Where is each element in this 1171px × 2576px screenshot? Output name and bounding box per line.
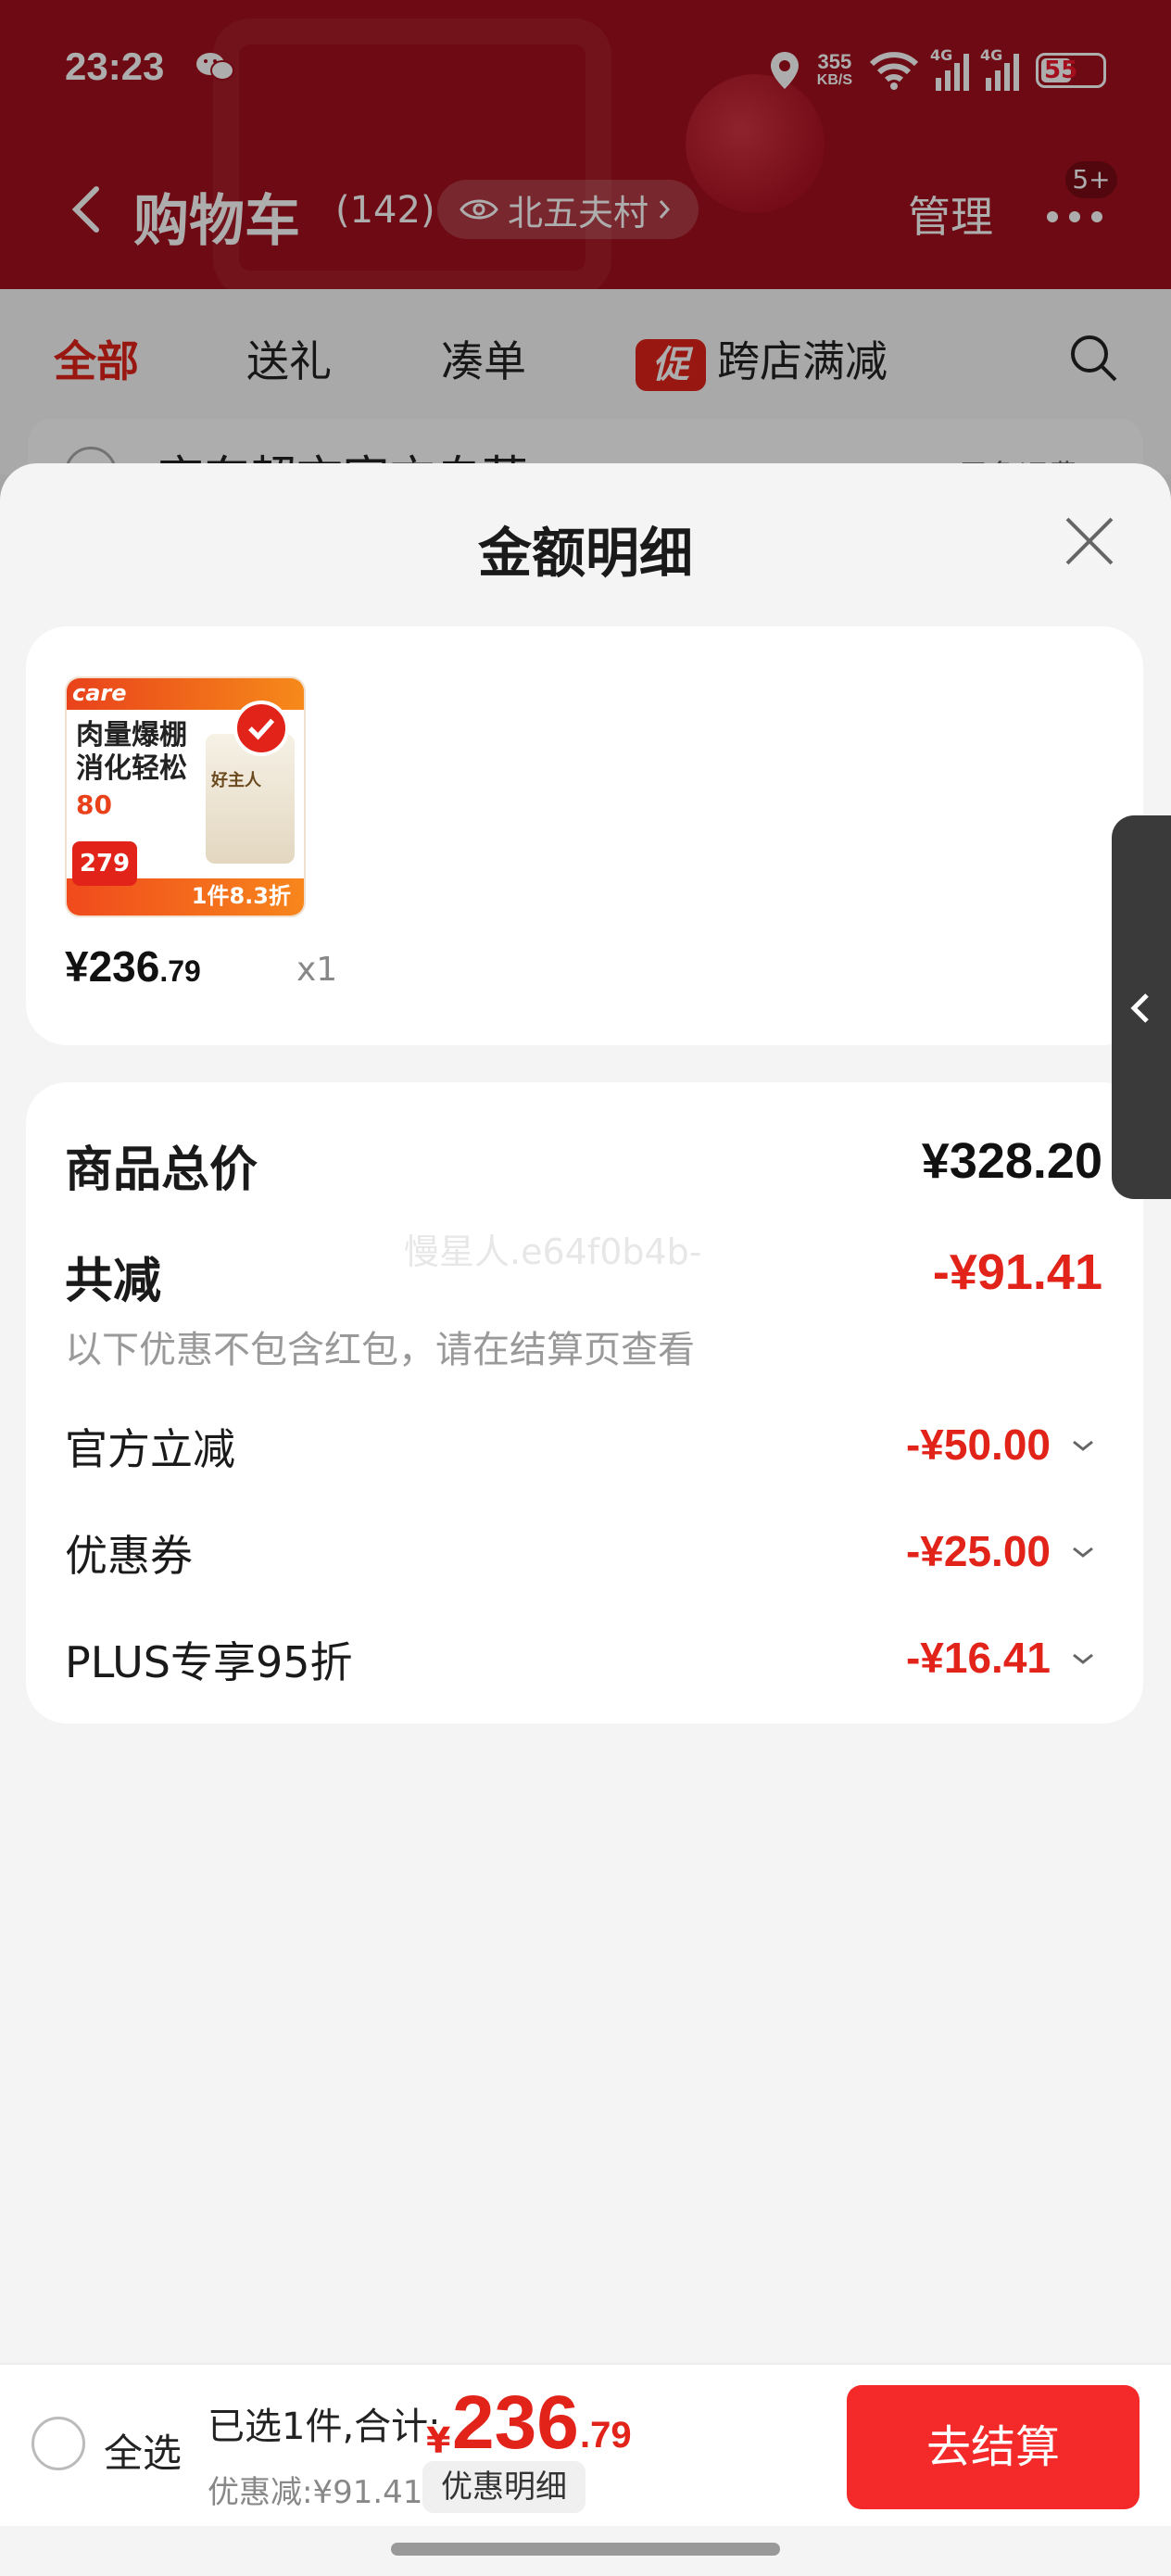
total-reduce-label: 共减	[65, 1254, 162, 1309]
chevron-down-icon[interactable]	[1071, 1438, 1095, 1453]
amount-detail-card: 商品总价 ¥328.20 共减 -¥91.41 以下优惠不包含红包，请在结算页查…	[26, 1082, 1143, 1724]
thumb-bag-text: 好主人	[211, 771, 261, 790]
product-thumbnail[interactable]: care 肉量爆棚 消化轻松 好主人 80 279 1件8.3折	[65, 676, 306, 917]
thumb-price-tag: 279	[72, 841, 137, 886]
discount-value: -¥16.41	[905, 1634, 1051, 1682]
total-reduce-value: -¥91.41	[932, 1244, 1102, 1300]
selection-summary: 已选1件,合计:	[208, 2406, 441, 2448]
thumb-percent: 80	[76, 789, 112, 820]
thumb-brand: care	[72, 680, 127, 706]
select-all-label[interactable]: 全选	[104, 2422, 182, 2479]
product-quantity: x1	[296, 951, 338, 989]
discount-label: 优惠券	[65, 1531, 193, 1581]
amount-detail-sheet: 金额明细 care 肉量爆棚 消化轻松 好主人 80 279 1件8.3折 ¥2…	[0, 463, 1171, 2363]
selected-check-icon	[233, 701, 289, 756]
close-icon[interactable]	[1064, 515, 1115, 567]
floating-side-tab[interactable]	[1112, 815, 1171, 1199]
chevron-down-icon[interactable]	[1071, 1651, 1095, 1666]
product-price: ¥236.79	[65, 942, 201, 991]
chevron-left-icon	[1130, 993, 1149, 1023]
sheet-title: 金额明细	[477, 522, 693, 585]
total-price-label: 商品总价	[65, 1143, 258, 1198]
thumb-deal: 1件8.3折	[191, 883, 291, 909]
total-currency: ¥	[426, 2420, 451, 2461]
discount-value: -¥50.00	[905, 1421, 1051, 1469]
discount-summary: 优惠减:¥91.41	[208, 2474, 423, 2511]
thumb-headline: 肉量爆棚 消化轻松	[76, 719, 187, 785]
discount-value: -¥25.00	[905, 1527, 1051, 1575]
checkout-bar: 全选 已选1件,合计: ¥ 236 .79 优惠减:¥91.41 优惠明细 去结…	[0, 2363, 1171, 2526]
watermark: 慢星人.e64f0b4b-	[404, 1231, 702, 1272]
total-amount: 236	[452, 2380, 579, 2465]
checkout-button[interactable]: 去结算	[847, 2385, 1140, 2509]
discount-label: PLUS专享95折	[65, 1637, 353, 1687]
select-all-checkbox[interactable]	[31, 2417, 85, 2470]
reduce-note: 以下优惠不包含红包，请在结算页查看	[65, 1329, 695, 1371]
total-amount-decimal: .79	[580, 2415, 632, 2456]
product-card: care 肉量爆棚 消化轻松 好主人 80 279 1件8.3折 ¥236.79…	[26, 626, 1143, 1045]
discount-label: 官方立减	[65, 1424, 235, 1474]
home-indicator[interactable]	[391, 2543, 780, 2556]
total-price-value: ¥328.20	[921, 1133, 1102, 1189]
chevron-down-icon[interactable]	[1071, 1545, 1095, 1559]
overlay-dim[interactable]	[0, 0, 1171, 519]
discount-detail-button[interactable]: 优惠明细	[422, 2461, 586, 2513]
